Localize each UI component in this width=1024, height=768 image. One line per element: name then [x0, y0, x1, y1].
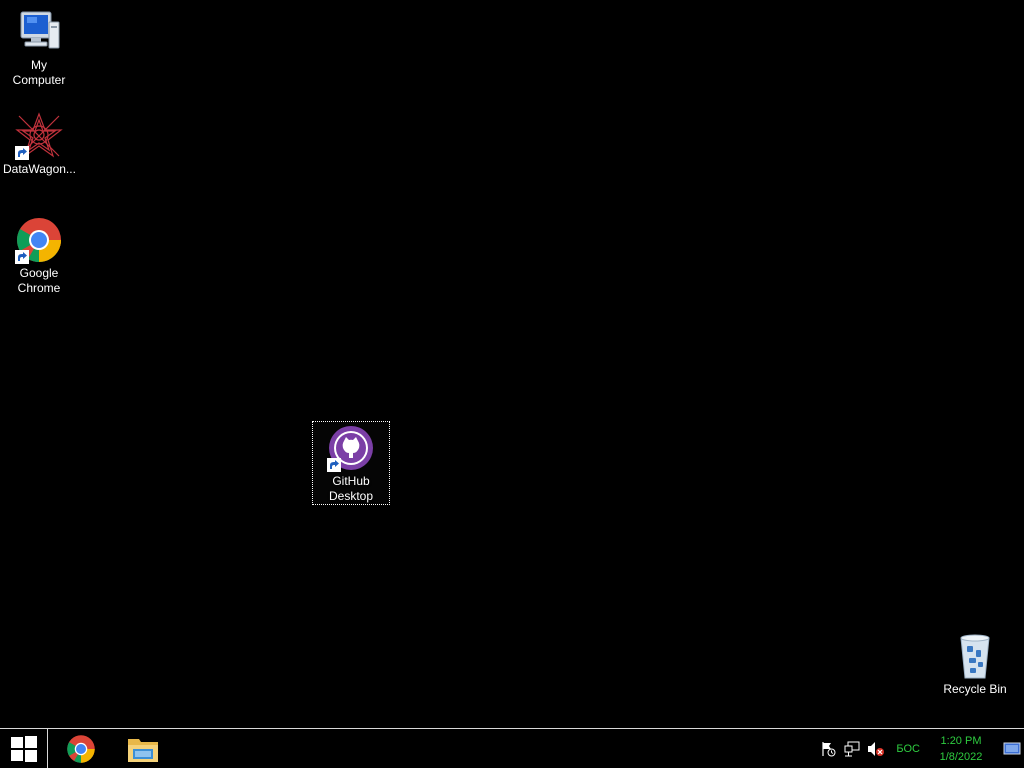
desktop-icon-google-chrome[interactable]: Google Chrome [1, 216, 77, 296]
taskbar-chrome-button[interactable] [51, 729, 111, 768]
desktop-icon-datawagon[interactable]: DataWagon... [1, 112, 77, 177]
action-center-flag-icon[interactable] [817, 738, 839, 760]
windows-logo-icon [10, 735, 37, 762]
clock-date: 1/8/2022 [939, 750, 983, 763]
github-desktop-icon [327, 424, 375, 472]
shortcut-arrow-icon [15, 250, 29, 264]
desktop-icon-label: Recycle Bin [943, 682, 1007, 696]
desktop-icon-my-computer[interactable]: My Computer [1, 8, 77, 88]
input-language-indicator[interactable]: БОС [896, 743, 920, 755]
shortcut-arrow-icon [327, 458, 341, 472]
chrome-icon [15, 216, 63, 264]
shortcut-arrow-icon [15, 146, 29, 160]
show-desktop-icon [1003, 742, 1021, 754]
desktop-icon-label: My Computer [12, 58, 66, 87]
show-desktop-button[interactable] [1000, 729, 1024, 768]
clock-time: 1:20 PM [940, 734, 982, 747]
taskbar: БОС 1:20 PM 1/8/2022 [0, 728, 1024, 768]
recycle-bin-icon [951, 632, 999, 680]
computer-icon [15, 8, 63, 56]
network-icon[interactable] [841, 738, 863, 760]
volume-muted-icon[interactable] [865, 738, 887, 760]
start-button[interactable] [0, 729, 48, 768]
datawagon-icon [15, 112, 63, 160]
desktop[interactable]: My Computer DataWagon... Google Chrome G… [0, 0, 1024, 728]
desktop-icon-label: GitHub Desktop [328, 474, 374, 503]
system-tray: БОС 1:20 PM 1/8/2022 [816, 729, 1024, 768]
taskbar-file-explorer-button[interactable] [113, 729, 173, 768]
file-explorer-icon [128, 738, 158, 762]
clock[interactable]: 1:20 PM 1/8/2022 [930, 733, 992, 765]
desktop-icon-recycle-bin[interactable]: Recycle Bin [937, 632, 1013, 697]
desktop-icon-github-desktop[interactable]: GitHub Desktop [312, 421, 390, 505]
desktop-icon-label: Google Chrome [17, 266, 61, 295]
chrome-icon [67, 734, 95, 763]
desktop-icon-label: DataWagon... [3, 162, 76, 176]
